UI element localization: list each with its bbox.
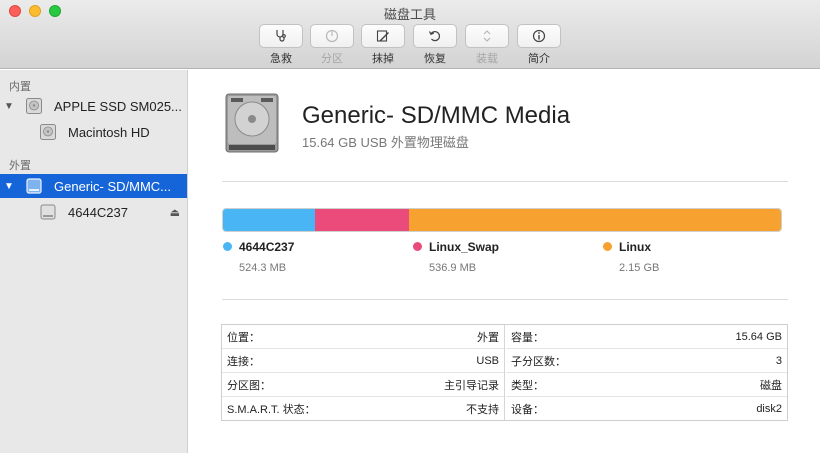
- restore-button[interactable]: 恢复: [413, 24, 457, 66]
- info-row-child-count: 子分区数： 3: [506, 349, 787, 373]
- info-label: S.M.A.R.T. 状态：: [227, 404, 316, 416]
- disclosure-triangle-icon[interactable]: ▼: [4, 101, 14, 112]
- sidebar-item-label: APPLE SSD SM025...: [54, 98, 182, 114]
- sidebar: 内置 ▼ APPLE SSD SM025... Macintosh HD 外置 …: [0, 70, 188, 453]
- partition-button[interactable]: 分区: [310, 24, 354, 66]
- partition-segment-linux-swap: [315, 209, 409, 231]
- erase-label: 抹掉: [372, 53, 394, 65]
- info-row-connection: 连接： USB: [222, 349, 504, 373]
- partition-icon: [325, 29, 339, 43]
- erase-button[interactable]: 抹掉: [361, 24, 405, 66]
- partition-segment-4644c237: [223, 209, 316, 231]
- sidebar-item-macintosh-hd[interactable]: Macintosh HD: [0, 120, 187, 144]
- sidebar-item-label: 4644C237: [68, 204, 128, 220]
- info-label: 容量：: [511, 331, 544, 344]
- mount-label: 装载: [476, 53, 498, 65]
- sidebar-item-label: Macintosh HD: [68, 124, 150, 140]
- info-row-smart-status: S.M.A.R.T. 状态： 不支持: [222, 397, 504, 421]
- partition-usage-bar: [222, 208, 782, 232]
- volume-icon: [40, 204, 56, 220]
- info-value: 15.64 GB: [735, 330, 782, 343]
- legend-size: 2.15 GB: [619, 262, 660, 274]
- restore-label: 恢复: [424, 53, 446, 65]
- sidebar-item-4644c237[interactable]: 4644C237 ⏏: [0, 200, 187, 224]
- partition-label: 分区: [321, 53, 343, 65]
- info-value: 3: [775, 354, 782, 367]
- info-label: 子分区数：: [511, 355, 566, 368]
- external-section-header: 外置: [9, 160, 31, 172]
- sidebar-item-generic-sd[interactable]: ▼ Generic- SD/MMC...: [0, 174, 187, 198]
- sidebar-item-label: Generic- SD/MMC...: [54, 178, 172, 194]
- info-label: 位置：: [227, 331, 260, 344]
- info-button[interactable]: 简介: [517, 24, 561, 66]
- info-label: 连接：: [227, 355, 260, 368]
- legend-name: Linux: [619, 240, 651, 254]
- divider: [222, 299, 788, 300]
- legend-size: 536.9 MB: [429, 262, 477, 274]
- mount-button[interactable]: 装载: [465, 24, 509, 66]
- info-column-right: 容量： 15.64 GB 子分区数： 3 类型： 磁盘 设备： disk2: [506, 325, 787, 420]
- first-aid-button[interactable]: 急救: [259, 24, 303, 66]
- internal-disk-icon: [26, 98, 42, 114]
- erase-icon: [376, 30, 389, 42]
- info-value: USB: [476, 354, 499, 367]
- info-label: 设备：: [511, 404, 544, 416]
- disclosure-triangle-icon[interactable]: ▼: [4, 181, 14, 192]
- info-column-left: 位置： 外置 连接： USB 分区图： 主引导记录 S.M.A.R.T. 状态：…: [222, 325, 505, 420]
- info-row-location: 位置： 外置: [222, 325, 504, 349]
- divider: [222, 181, 788, 182]
- info-label: 类型：: [511, 379, 544, 392]
- legend-name: 4644C237: [239, 240, 295, 254]
- legend-name: Linux_Swap: [429, 240, 500, 254]
- mount-icon: [483, 30, 491, 42]
- info-label: 简介: [528, 53, 550, 65]
- info-label: 分区图：: [227, 379, 271, 392]
- main-panel: Generic- SD/MMC Media 15.64 GB USB 外置物理磁…: [189, 70, 820, 453]
- disk-info-table: 位置： 外置 连接： USB 分区图： 主引导记录 S.M.A.R.T. 状态：…: [221, 324, 788, 421]
- volume-icon: [40, 124, 56, 140]
- info-value: 外置: [477, 331, 499, 344]
- legend-color-dot: [603, 242, 612, 251]
- internal-section-header: 内置: [9, 81, 31, 93]
- info-value: 磁盘: [760, 379, 782, 392]
- external-drive-large-icon: [225, 93, 279, 153]
- eject-icon[interactable]: ⏏: [170, 206, 180, 219]
- stethoscope-icon: [276, 30, 286, 42]
- restore-icon: [428, 31, 441, 42]
- legend-color-dot: [413, 242, 422, 251]
- info-row-type: 类型： 磁盘: [506, 373, 787, 397]
- info-row-capacity: 容量： 15.64 GB: [506, 325, 787, 349]
- info-value: 主引导记录: [444, 379, 499, 392]
- sidebar-item-apple-ssd[interactable]: ▼ APPLE SSD SM025...: [0, 94, 187, 118]
- info-row-device: 设备： disk2: [506, 397, 787, 421]
- disk-title: Generic- SD/MMC Media: [302, 102, 571, 129]
- info-value: disk2: [756, 403, 782, 415]
- window-title: 磁盘工具: [383, 7, 436, 22]
- title-bar: 磁盘工具 急救 分区 抹掉 恢复 装载 简介: [0, 0, 820, 69]
- legend-color-dot: [223, 242, 232, 251]
- first-aid-label: 急救: [270, 53, 292, 65]
- external-disk-icon: [26, 178, 42, 194]
- info-icon: [532, 29, 546, 43]
- info-value: 不支持: [466, 404, 499, 416]
- legend-size: 524.3 MB: [239, 262, 287, 274]
- disk-subtitle: 15.64 GB USB 外置物理磁盘: [302, 135, 469, 150]
- partition-segment-linux: [408, 209, 781, 231]
- info-row-partition-map: 分区图： 主引导记录: [222, 373, 504, 397]
